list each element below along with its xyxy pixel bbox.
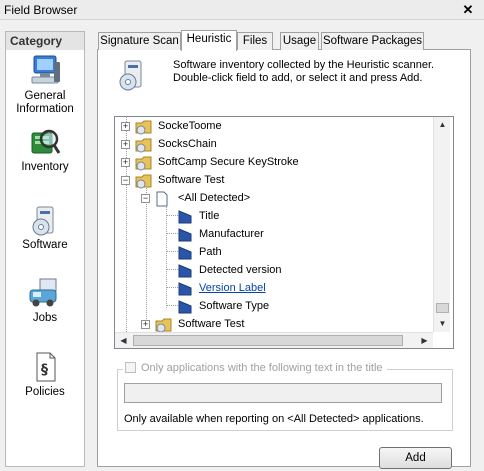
document-icon <box>156 191 168 207</box>
tree-row[interactable]: − <All Detected> <box>115 190 433 208</box>
sidebar-item-general-information[interactable]: General Information <box>6 54 84 116</box>
filter-checkbox-label: Only applications with the following tex… <box>141 362 383 374</box>
tab-usage[interactable]: Usage <box>280 32 319 50</box>
tree-label: SoftCamp Secure KeyStroke <box>158 156 299 168</box>
computer-icon <box>31 55 60 84</box>
scroll-down-icon[interactable]: ▼ <box>434 316 451 332</box>
tree-row[interactable]: Manufacturer <box>115 226 433 244</box>
scroll-right-icon[interactable]: ▶ <box>416 333 433 349</box>
policies-icon: § <box>36 352 56 382</box>
folder-icon <box>135 174 152 189</box>
tree-row-selected[interactable]: Version Label <box>115 280 433 298</box>
filter-checkbox-row[interactable]: Only applications with the following tex… <box>123 362 387 374</box>
tab-software-packages[interactable]: Software Packages <box>321 32 424 50</box>
field-browser-window: Field Browser ✕ Category General Informa… <box>0 0 484 471</box>
scroll-left-icon[interactable]: ◀ <box>115 333 132 349</box>
horizontal-scroll-thumb[interactable] <box>133 335 403 346</box>
info-line-1: Software inventory collected by the Heur… <box>173 59 435 71</box>
tree-label: Software Test <box>178 318 245 330</box>
sidebar-header: Category <box>6 32 84 50</box>
field-icon <box>178 264 192 278</box>
field-icon <box>178 246 192 260</box>
info-description: Software inventory collected by the Heur… <box>173 59 453 85</box>
tree-label: Manufacturer <box>199 228 264 240</box>
scroll-up-icon[interactable]: ▲ <box>434 117 451 133</box>
svg-text:§: § <box>41 362 48 378</box>
tree-row[interactable]: + SoftCamp Secure KeyStroke <box>115 154 433 172</box>
tree-row[interactable]: + SockeToome <box>115 118 433 136</box>
filter-note: Only available when reporting on <All De… <box>124 413 424 425</box>
vertical-scroll-thumb[interactable] <box>436 303 449 313</box>
folder-icon <box>135 156 152 171</box>
tree-label: Software Type <box>199 300 270 312</box>
expand-icon[interactable]: + <box>121 122 130 131</box>
software-icon <box>32 206 54 236</box>
collapse-icon[interactable]: − <box>141 194 150 203</box>
field-tree[interactable]: + SockeToome + SocksChain + SoftCamp Sec… <box>114 116 454 349</box>
sidebar-item-policies[interactable]: § Policies <box>6 350 84 399</box>
tree-label: Path <box>199 246 222 258</box>
filter-checkbox[interactable] <box>125 362 136 373</box>
tab-signature-scan[interactable]: Signature Scan <box>98 32 181 50</box>
sidebar-item-software[interactable]: Software <box>6 203 84 252</box>
tree-label-link[interactable]: Version Label <box>199 280 266 297</box>
sidebar-item-label: Software <box>22 239 68 251</box>
tab-files[interactable]: Files <box>237 32 273 50</box>
inventory-icon <box>31 129 61 154</box>
sidebar-item-label: Jobs <box>32 312 58 324</box>
expand-icon[interactable]: + <box>141 320 150 329</box>
close-icon[interactable]: ✕ <box>458 2 478 18</box>
sidebar-item-inventory[interactable]: Inventory <box>6 125 84 174</box>
tree-horizontal-scrollbar[interactable]: ◀ ▶ <box>115 332 433 348</box>
folder-icon <box>135 138 152 153</box>
sidebar-item-label: Inventory <box>21 161 69 173</box>
add-button[interactable]: Add <box>379 447 452 469</box>
jobs-icon <box>29 278 57 307</box>
tree-row[interactable]: + SocksChain <box>115 136 433 154</box>
info-line-2: Double-click field to add, or select it … <box>173 72 423 84</box>
category-sidebar: Category General Information Inventory S… <box>5 31 85 467</box>
software-icon <box>119 60 142 91</box>
tab-heuristic[interactable]: Heuristic <box>181 30 237 51</box>
field-icon <box>178 210 192 224</box>
title-bar: Field Browser ✕ <box>0 0 484 20</box>
title-filter-input[interactable] <box>124 383 442 403</box>
tree-label: Software Test <box>158 174 225 186</box>
field-icon <box>178 300 192 314</box>
sidebar-item-label: Policies <box>25 386 65 398</box>
tree-row[interactable]: Path <box>115 244 433 262</box>
folder-icon <box>135 120 152 135</box>
tree-row[interactable]: Detected version <box>115 262 433 280</box>
field-icon <box>178 282 192 296</box>
tree-label: Detected version <box>199 264 282 276</box>
expand-icon[interactable]: + <box>121 158 130 167</box>
tree-row[interactable]: Title <box>115 208 433 226</box>
sidebar-item-jobs[interactable]: Jobs <box>6 276 84 325</box>
tree-row[interactable]: Software Type <box>115 298 433 316</box>
folder-icon <box>155 318 172 333</box>
tree-label: <All Detected> <box>178 192 251 204</box>
field-icon <box>178 228 192 242</box>
collapse-icon[interactable]: − <box>121 176 130 185</box>
tree-vertical-scrollbar[interactable]: ▲ ▼ <box>433 117 450 332</box>
sidebar-item-label: General Information <box>16 90 74 115</box>
tree-label: SockeToome <box>158 120 222 132</box>
tree-label: Title <box>199 210 220 222</box>
tree-label: SocksChain <box>158 138 217 150</box>
expand-icon[interactable]: + <box>121 140 130 149</box>
window-title: Field Browser <box>4 3 78 17</box>
tree-row[interactable]: − Software Test <box>115 172 433 190</box>
